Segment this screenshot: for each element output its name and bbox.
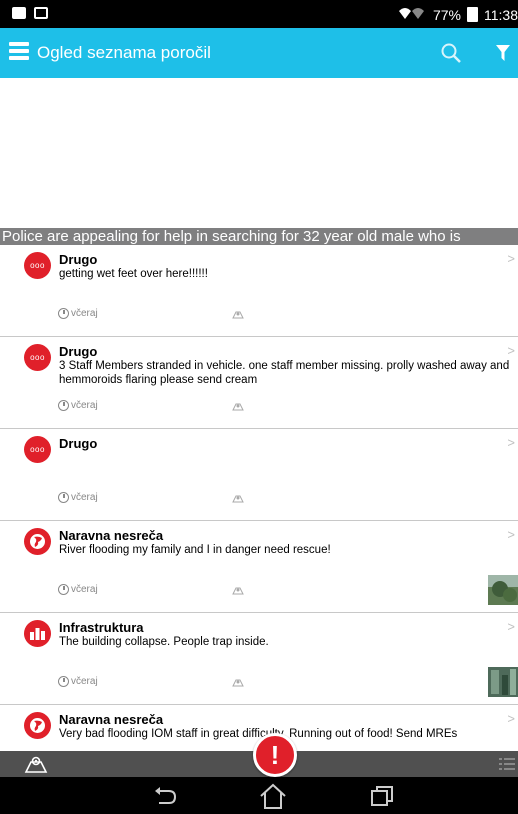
- recent-apps-icon[interactable]: [370, 785, 394, 807]
- location-icon: [232, 495, 244, 503]
- home-icon[interactable]: [258, 782, 288, 810]
- clock-icon: [58, 676, 69, 687]
- other-dots-icon: ooo: [24, 436, 51, 463]
- report-time: včeraj: [58, 400, 98, 411]
- chevron-right-icon: >: [507, 527, 515, 542]
- list-view-icon[interactable]: [499, 756, 515, 772]
- report-thumbnail[interactable]: [488, 667, 518, 697]
- globe-icon: [24, 528, 51, 555]
- report-category: Naravna nesreča: [59, 528, 164, 543]
- chevron-right-icon: >: [507, 619, 515, 634]
- clock-icon: [58, 400, 69, 411]
- menu-icon[interactable]: [9, 42, 29, 60]
- report-time: včeraj: [58, 308, 98, 319]
- globe-icon: [24, 712, 51, 739]
- chevron-right-icon: >: [507, 251, 515, 266]
- list-item[interactable]: ooo Drugo getting wet feet over here!!!!…: [0, 245, 518, 337]
- system-nav-bar: [0, 777, 518, 814]
- report-description: River flooding my family and I in danger…: [59, 544, 331, 556]
- notification-icon: [12, 7, 26, 19]
- report-thumbnail[interactable]: [488, 575, 518, 605]
- clock-time: 11:38: [484, 6, 518, 23]
- filter-icon[interactable]: [496, 45, 510, 61]
- report-list: ooo Drugo getting wet feet over here!!!!…: [0, 245, 518, 751]
- list-item[interactable]: ooo Drugo > včeraj: [0, 429, 518, 521]
- other-dots-icon: ooo: [24, 344, 51, 371]
- buildings-icon: [24, 620, 51, 647]
- wifi-icon: [397, 5, 427, 24]
- clock-icon: [58, 584, 69, 595]
- report-description: getting wet feet over here!!!!!!: [59, 268, 208, 280]
- submit-report-button[interactable]: !: [253, 733, 297, 777]
- gallery-icon: [34, 7, 48, 19]
- list-item[interactable]: ooo Drugo 3 Staff Members stranded in ve…: [0, 337, 518, 429]
- clock-icon: [58, 308, 69, 319]
- list-item[interactable]: Infrastruktura The building collapse. Pe…: [0, 613, 518, 705]
- battery-icon: [467, 7, 478, 22]
- report-description: The building collapse. People trap insid…: [59, 636, 269, 648]
- location-icon: [232, 587, 244, 595]
- chevron-right-icon: >: [507, 343, 515, 358]
- report-time: včeraj: [58, 584, 98, 595]
- location-icon: [232, 403, 244, 411]
- report-category: Drugo: [59, 436, 98, 451]
- clock-icon: [58, 492, 69, 503]
- page-title: Ogled seznama poročil: [37, 43, 211, 62]
- back-icon[interactable]: [153, 785, 177, 807]
- location-icon: [232, 679, 244, 687]
- chevron-right-icon: >: [507, 435, 515, 450]
- report-time: včeraj: [58, 492, 98, 503]
- other-dots-icon: ooo: [24, 252, 51, 279]
- status-bar: 77% 11:38: [0, 0, 518, 28]
- news-ticker[interactable]: Police are appealing for help in searchi…: [0, 228, 518, 245]
- report-time: včeraj: [58, 676, 98, 687]
- battery-percent: 77%: [432, 6, 461, 23]
- report-description: 3 Staff Members stranded in vehicle. one…: [59, 360, 510, 386]
- app-bar: Ogled seznama poročil: [0, 28, 518, 78]
- map-view-icon[interactable]: [24, 755, 48, 773]
- list-item[interactable]: Naravna nesreča River flooding my family…: [0, 521, 518, 613]
- chevron-right-icon: >: [507, 711, 515, 726]
- report-category: Infrastruktura: [59, 620, 144, 635]
- report-category: Drugo: [59, 252, 98, 267]
- search-icon[interactable]: [440, 42, 462, 64]
- report-category: Naravna nesreča: [59, 712, 164, 727]
- report-category: Drugo: [59, 344, 98, 359]
- map-area[interactable]: [0, 78, 518, 228]
- location-icon: [232, 311, 244, 319]
